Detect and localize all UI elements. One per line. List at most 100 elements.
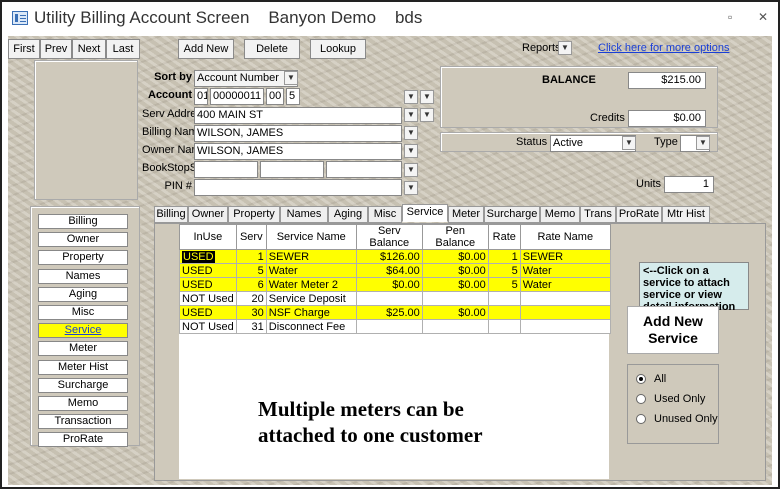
prev-button[interactable]: Prev	[40, 39, 72, 59]
lookup-button[interactable]: Lookup	[310, 39, 366, 59]
table-row[interactable]: USED 30 NSF Charge $25.00 $0.00	[179, 305, 611, 320]
cell-service-name[interactable]: Water	[265, 263, 357, 278]
nav-item-aging[interactable]: Aging	[38, 286, 128, 302]
tab-billing[interactable]: Billing	[154, 206, 188, 223]
tab-names[interactable]: Names	[280, 206, 328, 223]
cell-rate[interactable]: 5	[487, 263, 521, 278]
cell-rate[interactable]	[487, 305, 521, 320]
account-part-1[interactable]: 01	[194, 88, 208, 105]
cell-rate-name[interactable]: SEWER	[519, 249, 611, 264]
cell-rate-name[interactable]	[519, 319, 611, 334]
cell-inuse[interactable]: USED	[179, 263, 237, 278]
nav-item-memo[interactable]: Memo	[38, 396, 128, 411]
cell-inuse[interactable]: USED	[179, 249, 237, 264]
cell-service-name[interactable]: Service Deposit	[265, 291, 357, 306]
cell-rate-name[interactable]: Water	[519, 277, 611, 292]
cell-rate-name[interactable]: Water	[519, 263, 611, 278]
radio-selected-icon[interactable]	[636, 374, 646, 385]
cell-serv-balance[interactable]: $0.00	[355, 277, 423, 292]
cell-pen-balance[interactable]: $0.00	[421, 277, 489, 292]
col-serv-balance[interactable]: Serv Balance	[355, 224, 423, 250]
radio-icon[interactable]	[636, 394, 646, 405]
restore-icon[interactable]: ▫	[728, 10, 732, 24]
sub-field[interactable]	[326, 161, 402, 178]
nav-item-surcharge[interactable]: Surcharge	[38, 377, 128, 393]
cell-serv-balance[interactable]	[355, 291, 423, 306]
reports-dropdown-icon[interactable]: ▼	[558, 41, 572, 55]
cell-serv-balance[interactable]	[355, 319, 423, 334]
sort-by-chevron-down-icon[interactable]: ▼	[284, 71, 298, 85]
next-button[interactable]: Next	[72, 39, 106, 59]
account-part-2[interactable]: 00000011	[210, 88, 264, 105]
cell-rate[interactable]: 5	[487, 277, 521, 292]
nav-item-misc[interactable]: Misc	[38, 305, 128, 320]
tab-mtr-hist[interactable]: Mtr Hist	[662, 206, 710, 223]
serv-address-field[interactable]: 400 MAIN ST	[194, 107, 402, 124]
nav-item-meter-hist[interactable]: Meter Hist	[38, 359, 128, 375]
cell-rate-name[interactable]	[519, 305, 611, 320]
tab-property[interactable]: Property	[228, 206, 280, 223]
cell-inuse[interactable]: NOT Used	[179, 319, 237, 334]
last-button[interactable]: Last	[106, 39, 140, 59]
type-chevron-down-icon[interactable]: ▼	[696, 136, 710, 150]
tab-trans[interactable]: Trans	[580, 206, 616, 223]
filter-unused-option[interactable]: Unused Only	[636, 413, 718, 425]
cell-service-name[interactable]: SEWER	[265, 249, 357, 264]
cell-service-name[interactable]: NSF Charge	[265, 305, 357, 320]
col-pen-balance[interactable]: Pen Balance	[421, 224, 489, 250]
nav-item-names[interactable]: Names	[38, 268, 128, 284]
tab-surcharge[interactable]: Surcharge	[484, 206, 540, 223]
cell-pen-balance[interactable]	[421, 319, 489, 334]
cell-serv[interactable]: 30	[235, 305, 267, 320]
owner-name-chevron-down-icon[interactable]: ▼	[404, 144, 418, 158]
owner-name-field[interactable]: WILSON, JAMES	[194, 143, 402, 160]
filter-used-option[interactable]: Used Only	[636, 393, 705, 405]
cell-rate[interactable]	[487, 291, 521, 306]
table-row[interactable]: USED 6 Water Meter 2 $0.00 $0.00 5 Water	[179, 277, 611, 292]
col-serv[interactable]: Serv	[235, 224, 267, 250]
table-row[interactable]: NOT Used 31 Disconnect Fee	[179, 319, 611, 334]
cell-rate-name[interactable]	[519, 291, 611, 306]
serv-address-chevron-down-icon[interactable]: ▼	[404, 108, 418, 122]
add-new-button[interactable]: Add New	[178, 39, 234, 59]
nav-item-owner[interactable]: Owner	[38, 232, 128, 248]
col-service-name[interactable]: Service Name	[265, 224, 357, 250]
pin-field[interactable]	[194, 179, 402, 196]
col-inuse[interactable]: InUse	[179, 224, 237, 250]
cell-pen-balance[interactable]	[421, 291, 489, 306]
nav-item-property[interactable]: Property	[38, 250, 128, 266]
table-row[interactable]: USED 5 Water $64.00 $0.00 5 Water	[179, 263, 611, 278]
stop-field[interactable]	[260, 161, 324, 178]
tab-prorate[interactable]: ProRate	[616, 206, 662, 223]
cell-serv[interactable]: 20	[235, 291, 267, 306]
cell-serv-balance[interactable]: $25.00	[355, 305, 423, 320]
book-field[interactable]	[194, 161, 258, 178]
col-rate[interactable]: Rate	[487, 224, 521, 250]
cell-service-name[interactable]: Disconnect Fee	[265, 319, 357, 334]
cell-serv-balance[interactable]: $64.00	[355, 263, 423, 278]
billing-name-chevron-down-icon[interactable]: ▼	[404, 126, 418, 140]
filter-all-option[interactable]: All	[636, 373, 666, 385]
table-row[interactable]: USED 1 SEWER $126.00 $0.00 1 SEWER	[179, 249, 611, 264]
table-row[interactable]: NOT Used 20 Service Deposit	[179, 291, 611, 306]
cell-serv[interactable]: 5	[235, 263, 267, 278]
account-chevron-down-icon[interactable]: ▼	[404, 90, 418, 104]
account-part-4[interactable]: 5	[286, 88, 300, 105]
first-button[interactable]: First	[8, 39, 40, 59]
cell-inuse[interactable]: USED	[179, 277, 237, 292]
cell-serv[interactable]: 1	[235, 249, 267, 264]
cell-inuse[interactable]: NOT Used	[179, 291, 237, 306]
tab-aging[interactable]: Aging	[328, 206, 368, 223]
cell-rate[interactable]	[487, 319, 521, 334]
radio-icon[interactable]	[636, 414, 646, 425]
nav-item-transaction[interactable]: Transaction	[38, 414, 128, 430]
tab-service[interactable]: Service	[402, 204, 448, 222]
add-new-service-button[interactable]: Add New Service	[627, 306, 719, 354]
nav-item-meter[interactable]: Meter	[38, 341, 128, 357]
nav-item-service[interactable]: Service	[38, 323, 128, 339]
cell-serv[interactable]: 31	[235, 319, 267, 334]
nav-item-billing[interactable]: Billing	[38, 214, 128, 229]
more-options-link[interactable]: Click here for more options	[598, 42, 729, 54]
tab-meter[interactable]: Meter	[448, 206, 484, 223]
nav-item-prorate[interactable]: ProRate	[38, 432, 128, 448]
